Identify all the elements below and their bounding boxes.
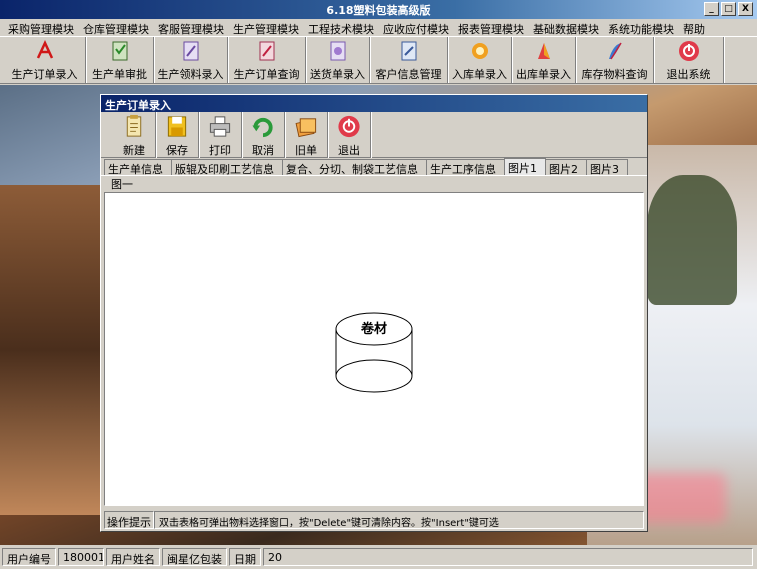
hint-text: 双击表格可弹出物料选择窗口，按"Delete"键可清除内容。按"Insert"键… bbox=[154, 511, 644, 529]
menu-engineering[interactable]: 工程技术模块 bbox=[304, 19, 379, 36]
minimize-button[interactable]: _ bbox=[704, 2, 719, 16]
subtab-row: 图一 bbox=[101, 175, 647, 192]
child-toolbar: 新建 保存 打印 取消 旧单 退出 bbox=[101, 112, 647, 158]
tab-strip: 生产单信息 版辊及印刷工艺信息 复合、分切、制袋工艺信息 生产工序信息 图片1 … bbox=[101, 158, 647, 176]
child-window-title: 生产订单录入 bbox=[101, 95, 647, 112]
save-label: 保存 bbox=[166, 144, 188, 157]
save-button[interactable]: 保存 bbox=[156, 112, 199, 158]
app-title: 6.18塑料包装高级版 bbox=[326, 4, 431, 17]
approve-icon bbox=[112, 41, 127, 61]
cancel-button[interactable]: 取消 bbox=[242, 112, 285, 158]
toolbar-delivery-button[interactable]: 送货单录入 bbox=[306, 37, 370, 83]
cylinder-label: 卷材 bbox=[361, 321, 387, 337]
tab-picture-2[interactable]: 图片2 bbox=[545, 159, 587, 176]
toolbar-customer-button[interactable]: 客户信息管理 bbox=[370, 37, 448, 83]
print-icon bbox=[209, 116, 231, 137]
close-button[interactable]: X bbox=[738, 2, 753, 16]
menu-warehouse[interactable]: 仓库管理模块 bbox=[79, 19, 154, 36]
tab-picture-1[interactable]: 图片1 bbox=[504, 158, 546, 175]
user-id-label: 用户编号 bbox=[2, 548, 56, 566]
new-button[interactable]: 新建 bbox=[113, 112, 156, 158]
toolbar-label: 送货单录入 bbox=[310, 68, 365, 81]
outbound-icon bbox=[537, 43, 550, 59]
hint-bar: 操作提示 双击表格可弹出物料选择窗口，按"Delete"键可清除内容。按"Ins… bbox=[104, 511, 644, 529]
toolbar-inbound-button[interactable]: 入库单录入 bbox=[448, 37, 512, 83]
delivery-icon bbox=[330, 41, 345, 61]
exit-icon bbox=[678, 41, 699, 61]
new-icon bbox=[126, 114, 142, 137]
menu-help[interactable]: 帮助 bbox=[679, 19, 710, 36]
cancel-icon bbox=[252, 117, 273, 138]
production-order-window: 生产订单录入 新建 保存 打印 取消 旧单 退出 生产单信息 版辊及印刷工艺信息 bbox=[100, 94, 648, 532]
tab-lamination-cutting[interactable]: 复合、分切、制袋工艺信息 bbox=[282, 159, 427, 176]
user-name-value: 闽星亿包装 bbox=[162, 548, 227, 566]
toolbar-order-query-button[interactable]: 生产订单查询 bbox=[228, 37, 306, 83]
toolbar-label: 生产单审批 bbox=[92, 68, 147, 81]
app-title-bar: 6.18塑料包装高级版 _ □ X bbox=[0, 0, 757, 19]
print-label: 打印 bbox=[209, 144, 231, 157]
date-label: 日期 bbox=[229, 548, 261, 566]
tab-process-info[interactable]: 生产工序信息 bbox=[426, 159, 505, 176]
new-label: 新建 bbox=[123, 144, 145, 157]
toolbar-pick-material-button[interactable]: 生产领料录入 bbox=[154, 37, 228, 83]
toolbar-exit-button[interactable]: 退出系统 bbox=[654, 37, 724, 83]
date-value: 20 bbox=[263, 548, 753, 566]
pick-material-icon bbox=[183, 41, 198, 61]
save-icon bbox=[167, 116, 187, 137]
maximize-button[interactable]: □ bbox=[721, 2, 736, 16]
menu-purchase[interactable]: 采购管理模块 bbox=[4, 19, 79, 36]
toolbar-label: 出库单录入 bbox=[516, 68, 571, 81]
old-order-label: 旧单 bbox=[295, 144, 317, 157]
inventory-icon bbox=[608, 42, 622, 60]
toolbar-approve-button[interactable]: 生产单审批 bbox=[86, 37, 154, 83]
toolbar-label: 客户信息管理 bbox=[375, 68, 442, 81]
toolbar-label: 生产订单查询 bbox=[233, 68, 300, 81]
inbound-icon bbox=[471, 43, 488, 59]
menu-base-data[interactable]: 基础数据模块 bbox=[529, 19, 604, 36]
subtab-figure-1[interactable]: 图一 bbox=[107, 176, 137, 192]
order-query-icon bbox=[259, 41, 274, 61]
pdf-icon bbox=[36, 40, 53, 59]
print-button[interactable]: 打印 bbox=[199, 112, 242, 158]
toolbar-order-entry-button[interactable]: 生产订单录入 bbox=[4, 37, 86, 83]
tab-plate-printing[interactable]: 版辊及印刷工艺信息 bbox=[171, 159, 283, 176]
toolbar-outbound-button[interactable]: 出库单录入 bbox=[512, 37, 576, 83]
exit-label: 退出 bbox=[338, 144, 360, 157]
status-bar: 用户编号 180001 用户姓名 闽星亿包装 日期 20 bbox=[0, 546, 757, 569]
toolbar-label: 生产领料录入 bbox=[157, 68, 224, 81]
menu-customer-service[interactable]: 客服管理模块 bbox=[154, 19, 229, 36]
toolbar-inventory-button[interactable]: 库存物料查询 bbox=[576, 37, 654, 83]
toolbar-label: 退出系统 bbox=[666, 68, 711, 81]
toolbar-label: 入库单录入 bbox=[452, 68, 507, 81]
tab-order-info[interactable]: 生产单信息 bbox=[104, 159, 172, 176]
old-order-button[interactable]: 旧单 bbox=[285, 112, 328, 158]
drawing-canvas[interactable]: 卷材 bbox=[104, 192, 644, 506]
exit-window-button[interactable]: 退出 bbox=[328, 112, 371, 158]
cylinder-drawing: 卷材 bbox=[335, 312, 413, 393]
menu-production[interactable]: 生产管理模块 bbox=[229, 19, 304, 36]
menu-bar: 采购管理模块 仓库管理模块 客服管理模块 生产管理模块 工程技术模块 应收应付模… bbox=[0, 19, 757, 36]
menu-accounts[interactable]: 应收应付模块 bbox=[379, 19, 454, 36]
main-toolbar: 生产订单录入 生产单审批 生产领料录入 生产订单查询 送货单录入 客户信息管理 … bbox=[0, 36, 757, 84]
tab-picture-3[interactable]: 图片3 bbox=[586, 159, 628, 176]
exit-icon bbox=[338, 115, 360, 138]
old-order-icon bbox=[295, 118, 317, 138]
menu-system[interactable]: 系统功能模块 bbox=[604, 19, 679, 36]
hint-label: 操作提示 bbox=[104, 511, 154, 529]
toolbar-label: 生产订单录入 bbox=[11, 68, 78, 81]
user-name-label: 用户姓名 bbox=[106, 548, 160, 566]
user-id-value: 180001 bbox=[58, 548, 104, 566]
cancel-label: 取消 bbox=[252, 144, 274, 157]
customer-icon bbox=[401, 41, 416, 61]
toolbar-label: 库存物料查询 bbox=[581, 68, 648, 81]
menu-reports[interactable]: 报表管理模块 bbox=[454, 19, 529, 36]
canyon-rock bbox=[0, 185, 110, 515]
tree bbox=[647, 175, 737, 305]
